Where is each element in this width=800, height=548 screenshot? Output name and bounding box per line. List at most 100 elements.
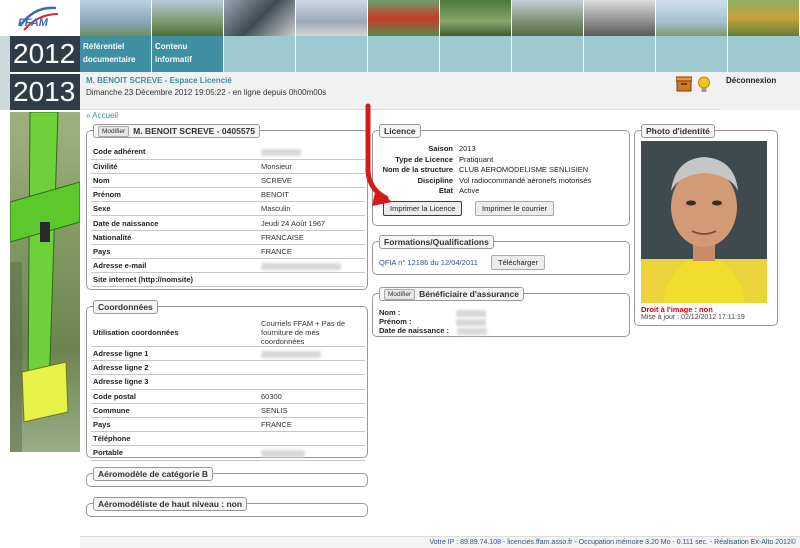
print-courrier-button[interactable]: Imprimer le courrier xyxy=(475,201,555,216)
licence-value: Pratiquant xyxy=(459,154,494,164)
identity-photo xyxy=(641,141,767,303)
field-label: Code postal xyxy=(91,389,259,404)
header-photo xyxy=(656,0,728,36)
redacted-value xyxy=(261,449,305,457)
nav-cell xyxy=(368,36,440,72)
licence-row: Nom de la structure CLUB AEROMODELISME SE… xyxy=(379,165,593,175)
redacted-value xyxy=(261,350,321,358)
ffam-logo[interactable]: FFAM xyxy=(14,4,62,34)
field-value: Courriels FFAM + Pas de fourniture de me… xyxy=(259,319,365,347)
table-row: Civilité Monsieur xyxy=(91,159,365,174)
field-label: Sexe xyxy=(91,201,259,217)
field-value: 60300 xyxy=(259,389,365,404)
redacted-value xyxy=(261,148,301,156)
modify-assurance-button[interactable]: Modifier xyxy=(384,288,416,300)
breadcrumb[interactable]: » Accueil xyxy=(86,111,118,120)
field-label: Téléphone xyxy=(91,431,259,447)
aero-haut-niveau-panel: Aéromodéliste de haut niveau : non xyxy=(86,497,368,517)
field-value xyxy=(259,360,365,376)
qualification-link[interactable]: QFIA n° 12186 du 12/04/2011 xyxy=(379,258,478,267)
formations-panel: Formations/Qualifications QFIA n° 12186 … xyxy=(372,235,630,275)
header-photo xyxy=(512,0,584,36)
table-row: Sexe Masculin xyxy=(91,201,365,217)
session-date: Dimanche 23 Décembre 2012 19:05:22 - en … xyxy=(86,88,327,97)
licence-value: 2013 xyxy=(459,144,476,153)
table-row: Téléphone xyxy=(91,431,365,447)
field-label: Pays xyxy=(91,244,259,260)
licence-row: Discipline Vol radiocommandé aéronefs mot… xyxy=(379,175,593,186)
nav-cell xyxy=(512,36,584,72)
lightbulb-icon[interactable] xyxy=(697,76,711,94)
licence-value: Vol radiocommandé aéronefs motorisés xyxy=(459,175,592,185)
coordonnees-table: Utilisation coordonnées Courriels FFAM + … xyxy=(91,319,365,461)
coordonnees-title: Coordonnées xyxy=(98,302,153,312)
table-row: Commune SENLIS xyxy=(91,403,365,418)
nav-cell xyxy=(656,36,728,72)
field-label: Adresse ligne 1 xyxy=(91,346,259,362)
field-value xyxy=(259,258,365,274)
header-photo xyxy=(80,0,152,36)
coordonnees-legend: Coordonnées xyxy=(93,300,158,314)
download-button[interactable]: Télécharger xyxy=(491,255,546,270)
field-label: Adresse ligne 3 xyxy=(91,374,259,390)
field-label: Civilité xyxy=(91,159,259,174)
field-value: Jeudi 24 Août 1967 xyxy=(259,215,365,231)
field-label: Portable xyxy=(91,445,259,461)
aero-haut-niveau-legend: Aéromodéliste de haut niveau : non xyxy=(93,497,248,511)
field-label: Adresse ligne 2 xyxy=(91,360,259,376)
licence-table: Saison 2013 Type de Licence Pratiquant Nom d… xyxy=(377,143,595,198)
year-2012-tab[interactable]: 2012 xyxy=(10,36,80,72)
table-row: Adresse ligne 1 xyxy=(91,346,365,362)
table-row: Adresse ligne 3 xyxy=(91,374,365,390)
archive-box-icon[interactable] xyxy=(676,76,692,92)
identity-legend: Modifier M. BENOIT SCREVE - 0405575 xyxy=(93,124,261,138)
formations-title: Formations/Qualifications xyxy=(384,237,489,247)
footer: Votre IP : 89.89.74.108 - licencies.ffam… xyxy=(80,536,800,548)
header-photo xyxy=(728,0,800,36)
photo-title: Photo d'identité xyxy=(646,126,710,136)
field-label: Code adhérent xyxy=(91,145,259,160)
nav-cell xyxy=(296,36,368,72)
field-label: Date de naissance xyxy=(91,215,259,231)
identity-table: Code adhérent Civilité Monsieur Nom SCREVE Pr… xyxy=(91,145,365,288)
user-name: M. BENOIT SCREVE - Espace Licencié xyxy=(86,76,232,85)
aero-haut-niveau-title: Aéromodéliste de haut niveau : non xyxy=(98,499,243,509)
nav-contenu-informatif[interactable]: Contenu informatif xyxy=(152,36,224,72)
table-row: Adresse ligne 2 xyxy=(91,360,365,376)
header-photo xyxy=(368,0,440,36)
svg-text:FFAM: FFAM xyxy=(18,17,49,29)
table-row: Portable xyxy=(91,445,365,461)
table-row: Nationalité FRANCAISE xyxy=(91,230,365,245)
table-row: Nom SCREVE xyxy=(91,173,365,189)
header-photo xyxy=(440,0,512,36)
formations-legend: Formations/Qualifications xyxy=(379,235,494,249)
licence-value: Active xyxy=(459,186,480,195)
licence-panel: Licence Saison 2013 Type de Licence Pratiqu… xyxy=(372,124,630,226)
year-2013-tab[interactable]: 2013 xyxy=(10,74,80,110)
table-row: Prénom BENOIT xyxy=(91,187,365,203)
logout-link[interactable]: Déconnexion xyxy=(726,76,776,85)
user-bar: M. BENOIT SCREVE - Espace Licencié Diman… xyxy=(80,72,720,110)
assurance-legend: Modifier Bénéficiaire d'assurance xyxy=(379,287,524,301)
red-arrow-annotation xyxy=(365,103,392,206)
nav-cell xyxy=(224,36,296,72)
field-label: Nationalité xyxy=(91,230,259,245)
table-row: Pays FRANCE xyxy=(91,417,365,433)
logo-area: FFAM xyxy=(0,0,80,36)
field-label: Pays xyxy=(91,417,259,433)
assurance-prenom: Prénom : xyxy=(379,317,487,326)
header-photo xyxy=(152,0,224,36)
plane-illustration xyxy=(10,112,80,452)
field-value: FRANCE xyxy=(259,417,365,433)
field-label: Adresse e-mail xyxy=(91,258,259,274)
header-photo xyxy=(584,0,656,36)
field-label: Commune xyxy=(91,403,259,418)
field-value: Masculin xyxy=(259,201,365,217)
table-row: Adresse e-mail xyxy=(91,258,365,274)
licence-value: CLUB AEROMODELISME SENLISIEN xyxy=(459,165,589,174)
nav-referentiel-documentaire[interactable]: Référentiel documentaire xyxy=(80,36,152,72)
modify-identity-button[interactable]: Modifier xyxy=(98,125,130,137)
field-value xyxy=(259,145,365,160)
photo-update-date: Mise à jour : 02/12/2012 17:11:19 xyxy=(641,314,745,321)
aero-b-panel: Aéromodèle de catégorie B xyxy=(86,467,368,487)
